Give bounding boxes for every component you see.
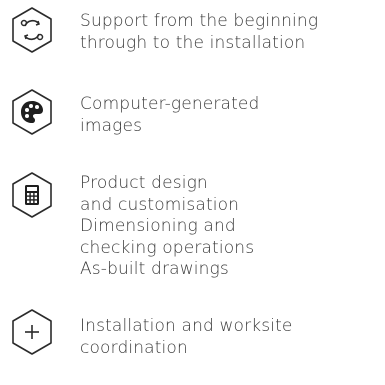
feature-line: through to the installation [80,32,306,53]
feature-line: Installation and worksite [80,316,293,336]
feature-line: and customisation [80,194,240,215]
feature-line: Computer-generated [80,94,260,114]
feature-line: Dimensioning and [80,216,236,236]
feature-line: checking operations [80,237,255,258]
feature-line: As-built drawings [80,259,229,279]
palette-icon [8,88,56,136]
feature-text: Product design and customisation Dimensi… [80,173,380,281]
feature-text: Support from the beginning through to th… [80,11,380,54]
feature-line: coordination [80,337,188,358]
feature-line: Product design [80,173,208,193]
feature-line: images [80,115,143,136]
feature-text: Computer-generated images [80,94,380,137]
cycle-arrows-icon [8,6,56,54]
plus-icon [8,308,56,356]
feature-text: Installation and worksite coordination [80,316,380,359]
calculator-icon [8,171,56,219]
feature-line: Support from the beginning [80,11,319,31]
